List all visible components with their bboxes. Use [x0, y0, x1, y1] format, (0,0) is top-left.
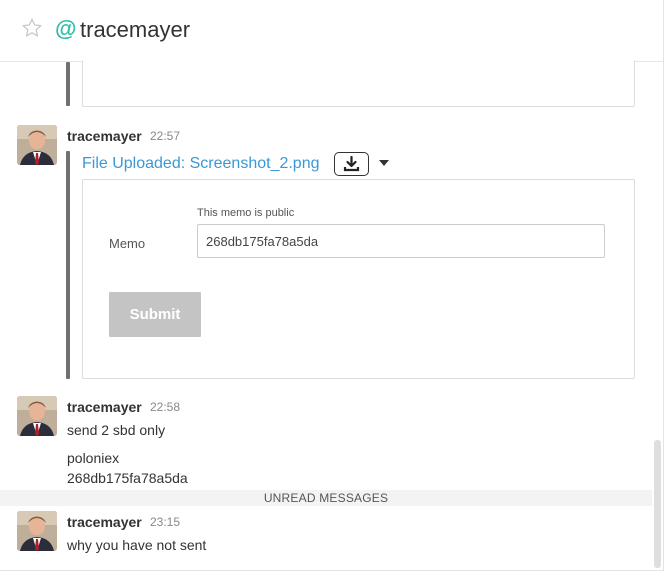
- attachment-box: [82, 60, 635, 107]
- memo-form-container: [82, 179, 635, 379]
- memo-input[interactable]: [197, 224, 605, 258]
- room-header: @ tracemayer: [0, 0, 663, 62]
- memo-label: Memo: [109, 236, 146, 251]
- file-link[interactable]: File Uploaded: Screenshot_2.png: [82, 155, 320, 173]
- scrollbar-thumb[interactable]: [654, 440, 661, 568]
- message-username[interactable]: tracemayer: [67, 128, 142, 144]
- message-text: 268db175fa78a5da: [67, 470, 188, 486]
- message-username[interactable]: tracemayer: [67, 514, 142, 530]
- room-title: tracemayer: [80, 17, 191, 42]
- star-icon[interactable]: [21, 17, 43, 39]
- avatar[interactable]: [17, 511, 57, 551]
- submit-button[interactable]: Submit: [109, 292, 201, 337]
- message-timestamp: 22:57: [150, 129, 181, 143]
- unread-messages-divider: UNREAD MESSAGES: [0, 490, 652, 506]
- download-icon[interactable]: [334, 152, 369, 176]
- attachment-bar: [66, 151, 70, 379]
- message-username[interactable]: tracemayer: [67, 399, 142, 415]
- caret-down-icon[interactable]: [379, 160, 389, 166]
- at-icon: @: [55, 16, 77, 41]
- avatar[interactable]: [17, 125, 57, 165]
- avatar[interactable]: [17, 396, 57, 436]
- chat-window: @ tracemayer tracemayer 22:57 File Uploa…: [0, 0, 664, 571]
- message-text: poloniex: [67, 450, 120, 466]
- attachment-bar: [66, 62, 70, 106]
- memo-note: This memo is public: [197, 207, 295, 219]
- message-text: send 2 sbd only: [67, 422, 166, 438]
- message-text: why you have not sent: [67, 537, 207, 553]
- message-timestamp: 23:15: [150, 515, 181, 529]
- message-timestamp: 22:58: [150, 400, 181, 414]
